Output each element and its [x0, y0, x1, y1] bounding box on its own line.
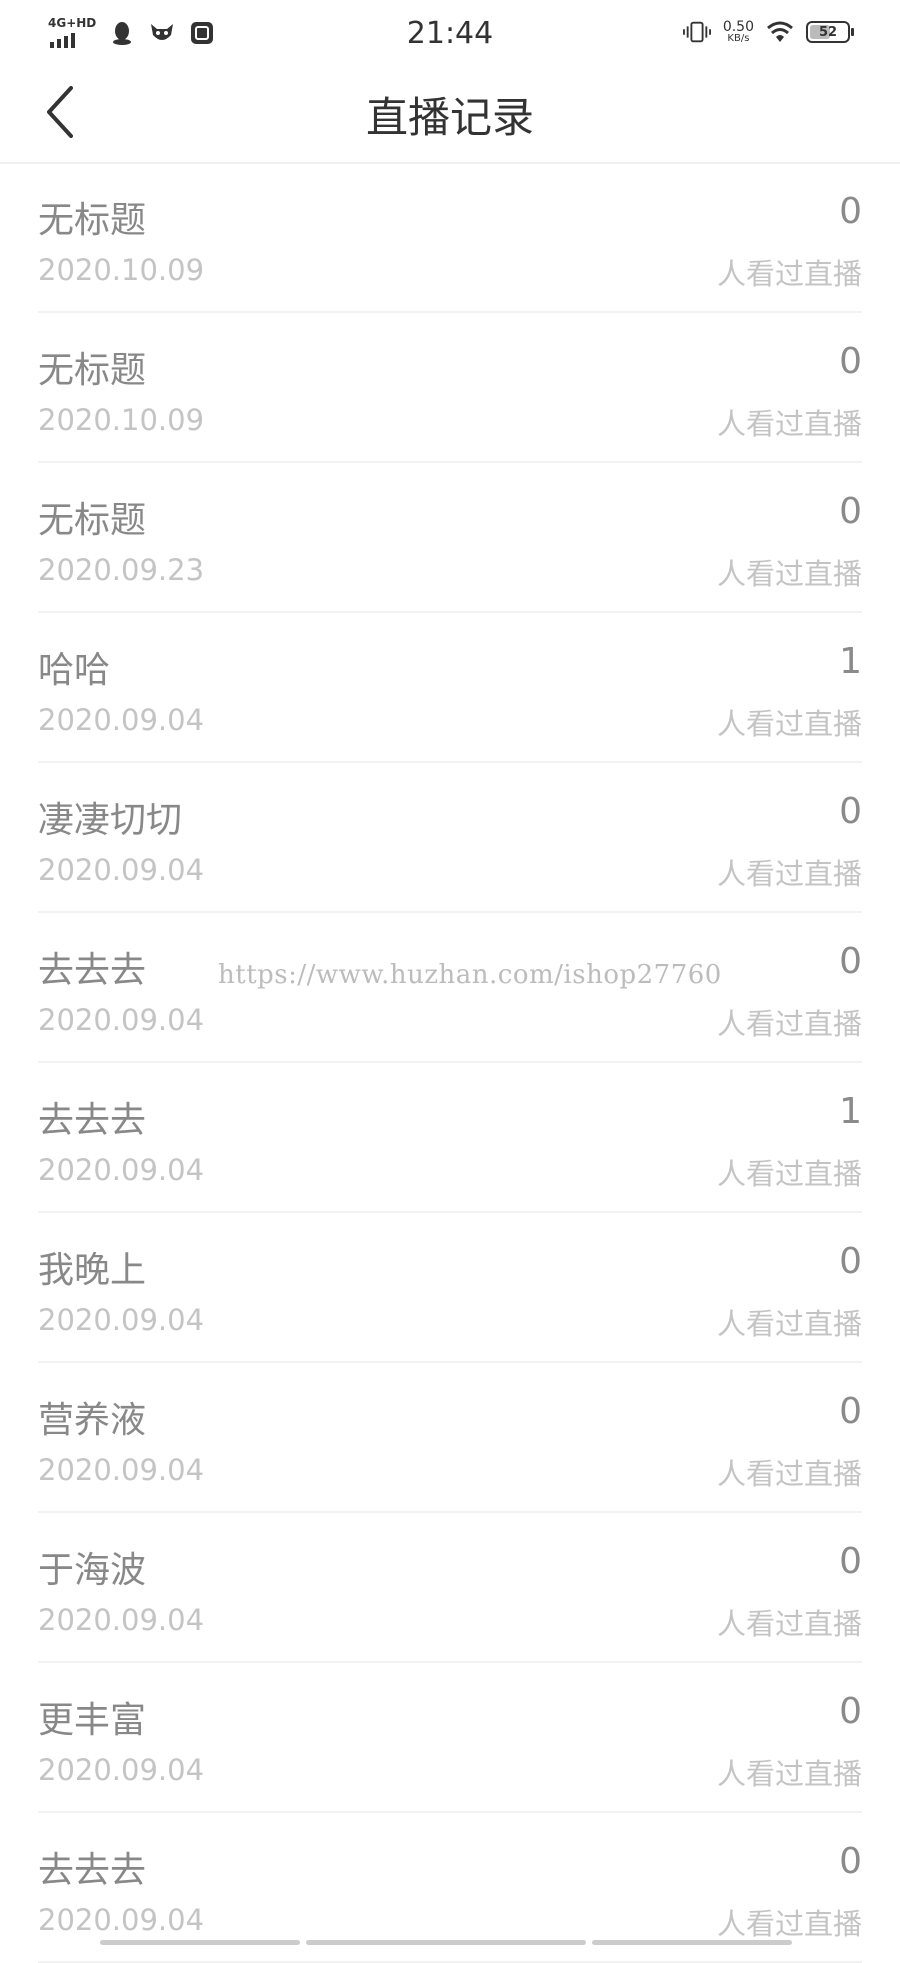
record-title: 营养液 [38, 1400, 147, 1441]
record-title: 更丰富 [38, 1700, 147, 1741]
list-item[interactable]: 无标题 2020.09.23 0 人看过直播 [38, 463, 862, 613]
viewer-count: 0 [839, 491, 862, 532]
vibrate-icon [682, 18, 711, 46]
record-title: 无标题 [38, 200, 147, 241]
watermark: https://www.huzhan.com/ishop27760 [218, 960, 722, 990]
record-date: 2020.09.04 [38, 1753, 205, 1787]
record-date: 2020.09.04 [38, 703, 205, 737]
record-title: 无标题 [38, 350, 147, 391]
home-indicator [100, 1940, 800, 1946]
list-item[interactable]: 我晚上 2020.09.04 0 人看过直播 [38, 1213, 862, 1363]
speed-unit: KB/s [727, 33, 750, 44]
viewer-label: 人看过直播 [716, 557, 862, 591]
viewer-count: 1 [839, 1091, 862, 1132]
viewer-label: 人看过直播 [716, 707, 862, 741]
viewer-count: 0 [839, 941, 862, 982]
list-item[interactable]: 去去去 2020.09.04 1 人看过直播 [38, 1063, 862, 1213]
viewer-count: 0 [839, 191, 862, 232]
viewer-label: 人看过直播 [716, 857, 862, 891]
wifi-icon [766, 18, 794, 46]
list-item[interactable]: 于海波 2020.09.04 0 人看过直播 [38, 1513, 862, 1663]
record-date: 2020.10.09 [38, 403, 205, 437]
record-date: 2020.09.04 [38, 853, 205, 887]
viewer-label: 人看过直播 [716, 1907, 862, 1941]
viewer-label: 人看过直播 [716, 1007, 862, 1041]
record-title: 我晚上 [38, 1250, 147, 1291]
nav-bar: 直播记录 [0, 70, 900, 164]
list-item[interactable]: 无标题 2020.10.09 0 人看过直播 [38, 313, 862, 463]
viewer-count: 0 [839, 341, 862, 382]
list-item[interactable]: 哈哈 2020.09.04 1 人看过直播 [38, 613, 862, 763]
viewer-count: 0 [839, 1691, 862, 1732]
viewer-label: 人看过直播 [716, 1757, 862, 1791]
list-item[interactable]: 凄凄切切 2020.09.04 0 人看过直播 [38, 763, 862, 913]
battery-level: 52 [818, 24, 838, 40]
record-date: 2020.09.23 [38, 553, 205, 587]
viewer-count: 0 [839, 791, 862, 832]
status-right: 0.50 KB/s 52 [682, 18, 854, 46]
record-title: 去去去 [38, 1850, 147, 1891]
battery-icon: 52 [806, 21, 854, 43]
record-list: 无标题 2020.10.09 0 人看过直播 无标题 2020.10.09 0 … [0, 163, 900, 1963]
record-title: 凄凄切切 [38, 800, 183, 841]
record-title: 去去去 [38, 950, 147, 991]
list-item[interactable]: 无标题 2020.10.09 0 人看过直播 [38, 163, 862, 313]
list-item[interactable]: 更丰富 2020.09.04 0 人看过直播 [38, 1663, 862, 1813]
record-title: 无标题 [38, 500, 147, 541]
record-title: 于海波 [38, 1550, 147, 1591]
viewer-label: 人看过直播 [716, 1607, 862, 1641]
record-date: 2020.09.04 [38, 1003, 205, 1037]
page-title: 直播记录 [365, 93, 534, 142]
net-speed: 0.50 KB/s [723, 20, 754, 44]
viewer-label: 人看过直播 [716, 407, 862, 441]
viewer-label: 人看过直播 [716, 257, 862, 291]
record-title: 哈哈 [38, 650, 111, 691]
record-date: 2020.09.04 [38, 1903, 205, 1937]
viewer-label: 人看过直播 [716, 1307, 862, 1341]
speed-value: 0.50 [722, 19, 754, 35]
record-date: 2020.09.04 [38, 1153, 205, 1187]
viewer-label: 人看过直播 [716, 1157, 862, 1191]
viewer-label: 人看过直播 [716, 1457, 862, 1491]
viewer-count: 1 [839, 641, 862, 682]
status-bar: 4G+HD 21:44 0.50 KB/s 52 [0, 0, 900, 70]
record-date: 2020.09.04 [38, 1453, 205, 1487]
viewer-count: 0 [839, 1541, 862, 1582]
viewer-count: 0 [839, 1841, 862, 1882]
record-title: 去去去 [38, 1100, 147, 1141]
viewer-count: 0 [839, 1391, 862, 1432]
record-date: 2020.10.09 [38, 253, 205, 287]
list-item[interactable]: 营养液 2020.09.04 0 人看过直播 [38, 1363, 862, 1513]
record-date: 2020.09.04 [38, 1603, 205, 1637]
viewer-count: 0 [839, 1241, 862, 1282]
record-date: 2020.09.04 [38, 1303, 205, 1337]
